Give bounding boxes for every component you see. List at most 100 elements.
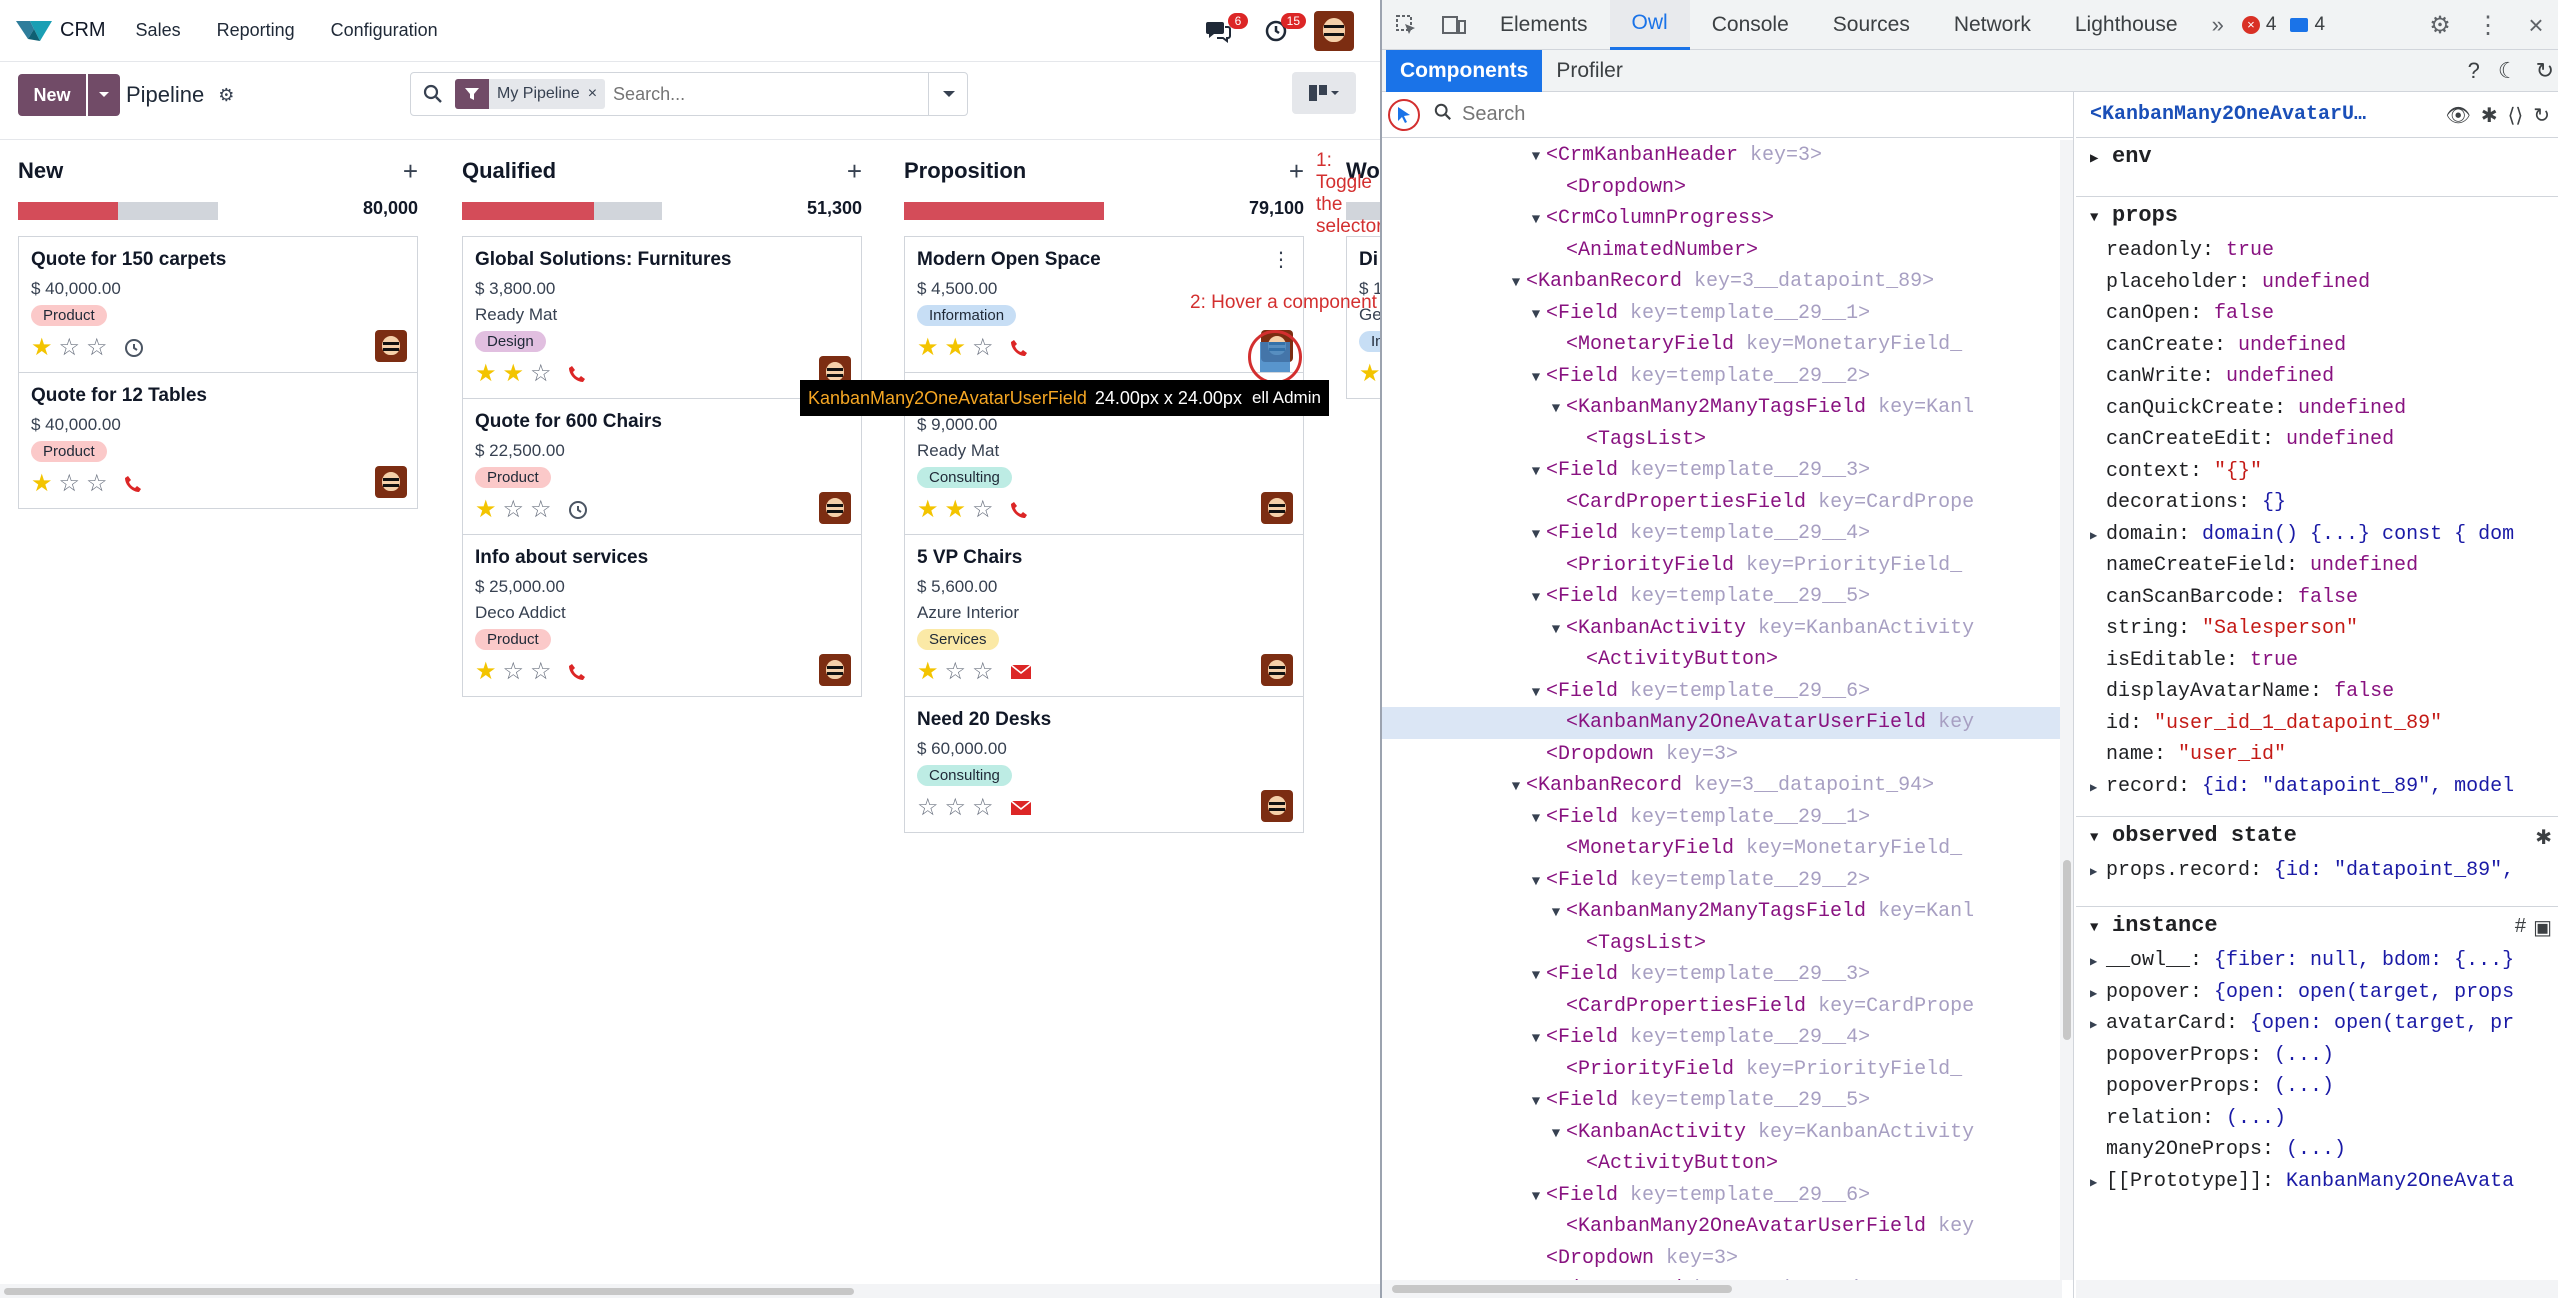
tree-node[interactable]: <ActivityButton> bbox=[1382, 1148, 2062, 1180]
collapse-arrow-icon[interactable]: ▼ bbox=[2090, 819, 2112, 857]
close-icon[interactable]: × bbox=[2512, 0, 2558, 50]
kanban-card[interactable]: Di$ 1GeIn★☆☆ bbox=[1347, 237, 1380, 398]
property-row[interactable]: ▶ [[Prototype]]: KanbanMany2OneAvata bbox=[2076, 1166, 2558, 1198]
menu-sales[interactable]: Sales bbox=[136, 20, 181, 41]
tree-node[interactable]: ▼ <Field key=template__29__5> bbox=[1382, 1085, 2062, 1117]
collapse-arrow-icon[interactable]: ▼ bbox=[1526, 1182, 1546, 1212]
salesperson-avatar[interactable] bbox=[819, 654, 851, 686]
property-row[interactable]: ▶ record: {id: "datapoint_89", model bbox=[2090, 771, 2558, 803]
property-row[interactable]: isEditable: true bbox=[2090, 645, 2558, 677]
clock-icon[interactable] bbox=[124, 338, 144, 358]
email-icon[interactable] bbox=[1010, 664, 1032, 680]
expand-arrow-icon[interactable]: ▶ bbox=[2090, 1010, 2106, 1040]
property-row[interactable]: ▶ __owl__: {fiber: null, bdom: {...} bbox=[2076, 945, 2558, 977]
collapse-arrow-icon[interactable]: ▼ bbox=[1546, 615, 1566, 645]
bug-icon[interactable]: ✱ bbox=[2535, 825, 2552, 850]
tree-node[interactable]: ▼ <KanbanRecord key=3__datapoint_94> bbox=[1382, 770, 2062, 802]
search-options-toggle[interactable] bbox=[928, 72, 968, 116]
tree-node[interactable]: <ActivityButton> bbox=[1382, 644, 2062, 676]
property-row[interactable]: nameCreateField: undefined bbox=[2090, 550, 2558, 582]
expand-arrow-icon[interactable]: ▶ bbox=[2090, 947, 2106, 977]
component-selector-button[interactable] bbox=[1388, 98, 1420, 131]
property-row[interactable]: relation: (...) bbox=[2076, 1103, 2558, 1135]
tree-node[interactable]: ▼ <KanbanActivity key=KanbanActivity bbox=[1382, 613, 2062, 645]
tree-node[interactable]: ▼ <KanbanMany2ManyTagsField key=Kanl bbox=[1382, 896, 2062, 928]
tab-components[interactable]: Components bbox=[1386, 49, 1543, 92]
phone-icon[interactable] bbox=[568, 663, 586, 681]
tree-search-input[interactable] bbox=[1462, 103, 1862, 126]
crm-logo[interactable]: CRM bbox=[16, 19, 136, 43]
tab-sources[interactable]: Sources bbox=[1811, 0, 1932, 50]
details-horizontal-scrollbar[interactable] bbox=[2076, 1280, 2558, 1298]
column-progress-bar[interactable] bbox=[904, 202, 1104, 220]
kanban-card[interactable]: Global Solutions: Furnitures $ 3,800.00 Re… bbox=[463, 237, 861, 399]
kanban-card[interactable]: Quote for 600 Chairs $ 22,500.00 Product ★ ☆… bbox=[463, 399, 861, 535]
priority-star-icon[interactable]: ★ bbox=[945, 336, 967, 360]
tab-lighthouse[interactable]: Lighthouse bbox=[2053, 0, 2200, 50]
tree-node[interactable]: ▼ <Field key=template__29__2> bbox=[1382, 361, 2062, 393]
property-row[interactable]: ▶ domain: domain() {...} const { dom bbox=[2090, 519, 2558, 551]
column-title[interactable]: Proposition bbox=[904, 158, 1026, 184]
dark-mode-icon[interactable]: ☾ bbox=[2498, 58, 2518, 84]
add-card-icon[interactable]: + bbox=[1289, 156, 1304, 187]
property-row[interactable]: readonly: true bbox=[2090, 235, 2558, 267]
new-button[interactable]: New bbox=[18, 74, 86, 116]
tree-node[interactable]: ▼ <CrmColumnProgress> bbox=[1382, 203, 2062, 235]
priority-star-icon[interactable]: ★ bbox=[475, 660, 497, 684]
kanban-card[interactable]: Quote for 12 Tables $ 40,000.00 Product ★ ☆ ☆ bbox=[19, 373, 417, 508]
activities-tray[interactable]: 15 bbox=[1256, 11, 1306, 51]
tree-vertical-scrollbar[interactable] bbox=[2060, 140, 2073, 1280]
more-tabs-icon[interactable]: » bbox=[2200, 12, 2236, 38]
kanban-card[interactable]: Quote for 150 carpets $ 40,000.00 Product ★… bbox=[19, 237, 417, 373]
priority-star-icon[interactable]: ☆ bbox=[972, 498, 994, 522]
collapse-arrow-icon[interactable]: ▼ bbox=[2090, 909, 2112, 947]
collapse-arrow-icon[interactable]: ▼ bbox=[1526, 678, 1546, 708]
priority-star-icon[interactable]: ☆ bbox=[59, 472, 81, 496]
priority-star-icon[interactable]: ☆ bbox=[530, 362, 552, 386]
tree-node[interactable]: <CardPropertiesField key=CardPrope bbox=[1382, 991, 2062, 1023]
priority-star-icon[interactable]: ★ bbox=[475, 498, 497, 522]
expand-arrow-icon[interactable]: ▶ bbox=[2090, 140, 2112, 178]
board-horizontal-scrollbar[interactable] bbox=[0, 1284, 1380, 1298]
search-input[interactable] bbox=[613, 83, 914, 105]
email-icon[interactable] bbox=[1010, 800, 1032, 816]
messages-tray[interactable]: 6 bbox=[1198, 11, 1248, 51]
collapse-arrow-icon[interactable]: ▼ bbox=[1526, 583, 1546, 613]
property-row[interactable]: displayAvatarName: false bbox=[2090, 676, 2558, 708]
collapse-arrow-icon[interactable]: ▼ bbox=[1546, 394, 1566, 424]
hash-icon[interactable]: # bbox=[2515, 915, 2526, 938]
clock-icon[interactable] bbox=[568, 500, 588, 520]
property-row[interactable]: ▶ popover: {open: open(target, props bbox=[2076, 977, 2558, 1009]
salesperson-avatar[interactable] bbox=[1261, 654, 1293, 686]
collapse-arrow-icon[interactable]: ▼ bbox=[1526, 867, 1546, 897]
tree-node[interactable]: <PriorityField key=PriorityField_ bbox=[1382, 550, 2062, 582]
tree-node[interactable]: <Dropdown> bbox=[1382, 172, 2062, 204]
priority-star-icon[interactable]: ★ bbox=[917, 336, 939, 360]
property-row[interactable]: canWrite: undefined bbox=[2090, 361, 2558, 393]
property-row[interactable]: popoverProps: (...) bbox=[2076, 1040, 2558, 1072]
salesperson-avatar[interactable] bbox=[819, 492, 851, 524]
collapse-arrow-icon[interactable]: ▼ bbox=[1526, 205, 1546, 235]
tree-node[interactable]: ▼ <CrmKanbanHeader key=3> bbox=[1382, 140, 2062, 172]
kanban-card[interactable]: Info about services $ 25,000.00 Deco Addic… bbox=[463, 535, 861, 696]
priority-star-icon[interactable]: ★ bbox=[475, 362, 497, 386]
tree-node[interactable]: ▼ <Field key=template__29__3> bbox=[1382, 455, 2062, 487]
property-row[interactable]: canCreate: undefined bbox=[2090, 330, 2558, 362]
kanban-card[interactable]: 5 VP Chairs $ 5,600.00 Azure Interior Servi… bbox=[905, 535, 1303, 697]
phone-icon[interactable] bbox=[1010, 339, 1028, 357]
property-row[interactable]: context: "{}" bbox=[2090, 456, 2558, 488]
priority-star-icon[interactable]: ☆ bbox=[530, 498, 552, 522]
priority-star-icon[interactable]: ★ bbox=[31, 336, 53, 360]
tree-node[interactable]: ▼ <KanbanMany2ManyTagsField key=Kanl bbox=[1382, 392, 2062, 424]
property-row[interactable]: canOpen: false bbox=[2090, 298, 2558, 330]
inspect-element-icon[interactable] bbox=[1382, 0, 1430, 50]
property-row[interactable]: placeholder: undefined bbox=[2090, 267, 2558, 299]
priority-star-icon[interactable]: ☆ bbox=[945, 796, 967, 820]
priority-star-icon[interactable]: ★ bbox=[945, 498, 967, 522]
refresh-icon[interactable]: ↻ bbox=[2533, 103, 2550, 128]
phone-icon[interactable] bbox=[1010, 501, 1028, 519]
priority-star-icon[interactable]: ☆ bbox=[503, 660, 525, 684]
property-row[interactable]: name: "user_id" bbox=[2090, 739, 2558, 771]
property-row[interactable]: many2OneProps: (...) bbox=[2076, 1134, 2558, 1166]
view-switcher[interactable] bbox=[1292, 72, 1356, 114]
